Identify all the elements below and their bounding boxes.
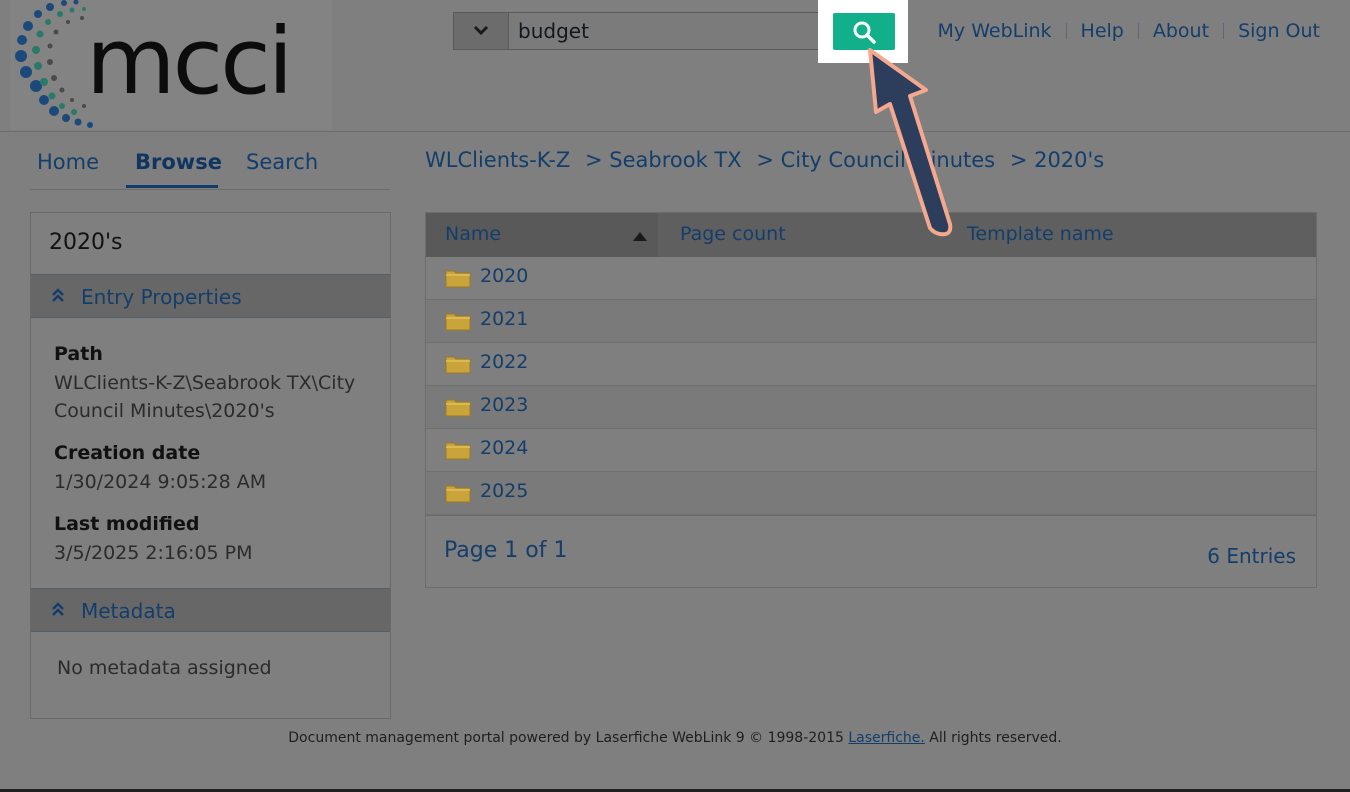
header: mcci My WebLink Help About Sign Out: [0, 0, 1350, 132]
double-chevron-up-icon: [52, 602, 64, 616]
nav-divider: [1223, 23, 1225, 39]
tab-search[interactable]: Search: [246, 150, 318, 174]
sort-ascending-icon[interactable]: [633, 231, 647, 241]
panel-title: 2020's: [49, 230, 123, 255]
entry-panel: 2020's Entry Properties Path WLClients-K…: [30, 212, 391, 719]
main-tabs: Home Browse Search: [30, 146, 390, 190]
search-type-dropdown[interactable]: [454, 13, 509, 49]
table-row[interactable]: 2022: [426, 343, 1316, 386]
breadcrumb: WLClients-K-Z > Seabrook TX > City Counc…: [425, 148, 1104, 172]
folder-icon: [445, 485, 471, 503]
folder-icon: [445, 313, 471, 331]
folder-name[interactable]: 2025: [480, 480, 528, 502]
tab-home[interactable]: Home: [37, 150, 99, 174]
folder-icon: [445, 399, 471, 417]
creation-date-label: Creation date: [54, 442, 201, 464]
footer: Document management portal powered by La…: [0, 730, 1350, 746]
nav-divider: [1065, 23, 1067, 39]
table-row[interactable]: 2021: [426, 300, 1316, 343]
footer-rights: All rights reserved.: [924, 730, 1062, 746]
table-header: Name Page count Template name: [426, 213, 1316, 257]
entries-count: 6 Entries: [1207, 544, 1296, 568]
active-tab-underline: [126, 185, 218, 188]
folder-icon: [445, 356, 471, 374]
logo-text: mcci: [86, 8, 293, 115]
entry-properties-label: Entry Properties: [81, 285, 242, 309]
creation-date-value: 1/30/2024 9:05:28 AM: [54, 471, 267, 493]
search-icon: [853, 21, 876, 44]
top-nav: My WebLink Help About Sign Out: [938, 20, 1320, 42]
last-modified-value: 3/5/2025 2:16:05 PM: [54, 542, 253, 564]
sign-out-link[interactable]: Sign Out: [1238, 20, 1320, 42]
metadata-label: Metadata: [81, 599, 176, 623]
table-row[interactable]: 2025: [426, 472, 1316, 515]
file-table: Name Page count Template name 2020 2021 …: [425, 212, 1317, 588]
table-row[interactable]: 2020: [426, 257, 1316, 300]
footer-text: Document management portal powered by La…: [288, 730, 849, 746]
column-page-count[interactable]: Page count: [680, 223, 786, 245]
search-button[interactable]: [833, 13, 895, 50]
double-chevron-up-icon: [52, 288, 64, 302]
nav-divider: [1137, 23, 1139, 39]
breadcrumb-current[interactable]: > 2020's: [1010, 148, 1104, 172]
table-row[interactable]: 2023: [426, 386, 1316, 429]
folder-name[interactable]: 2023: [480, 394, 528, 416]
my-weblink-link[interactable]: My WebLink: [938, 20, 1052, 42]
path-label: Path: [54, 343, 103, 365]
table-row[interactable]: 2024: [426, 429, 1316, 472]
search-box: [453, 12, 833, 50]
breadcrumb-seabrook[interactable]: > Seabrook TX: [585, 148, 742, 172]
chevron-down-icon: [473, 25, 489, 36]
page-info: Page 1 of 1: [444, 538, 568, 563]
last-modified-label: Last modified: [54, 513, 200, 535]
column-name[interactable]: Name: [445, 223, 501, 245]
help-link[interactable]: Help: [1081, 20, 1124, 42]
breadcrumb-wlclients[interactable]: WLClients-K-Z: [425, 148, 570, 172]
metadata-toggle[interactable]: Metadata: [31, 588, 390, 632]
entry-properties-toggle[interactable]: Entry Properties: [31, 274, 390, 318]
search-input[interactable]: [510, 13, 828, 49]
mcci-logo[interactable]: mcci: [10, 0, 332, 130]
folder-icon: [445, 270, 471, 288]
laserfiche-link[interactable]: Laserfiche.: [848, 730, 925, 746]
about-link[interactable]: About: [1153, 20, 1209, 42]
table-footer: Page 1 of 1 6 Entries: [426, 515, 1316, 588]
folder-icon: [445, 442, 471, 460]
path-value: WLClients-K-Z\Seabrook TX\City Council M…: [54, 372, 356, 422]
breadcrumb-city-council[interactable]: > City Council Minutes: [756, 148, 995, 172]
folder-name[interactable]: 2024: [480, 437, 528, 459]
folder-name[interactable]: 2021: [480, 308, 528, 330]
no-metadata-text: No metadata assigned: [57, 657, 272, 679]
folder-name[interactable]: 2020: [480, 265, 528, 287]
tab-browse[interactable]: Browse: [135, 150, 222, 174]
folder-name[interactable]: 2022: [480, 351, 528, 373]
column-template-name[interactable]: Template name: [967, 223, 1114, 245]
